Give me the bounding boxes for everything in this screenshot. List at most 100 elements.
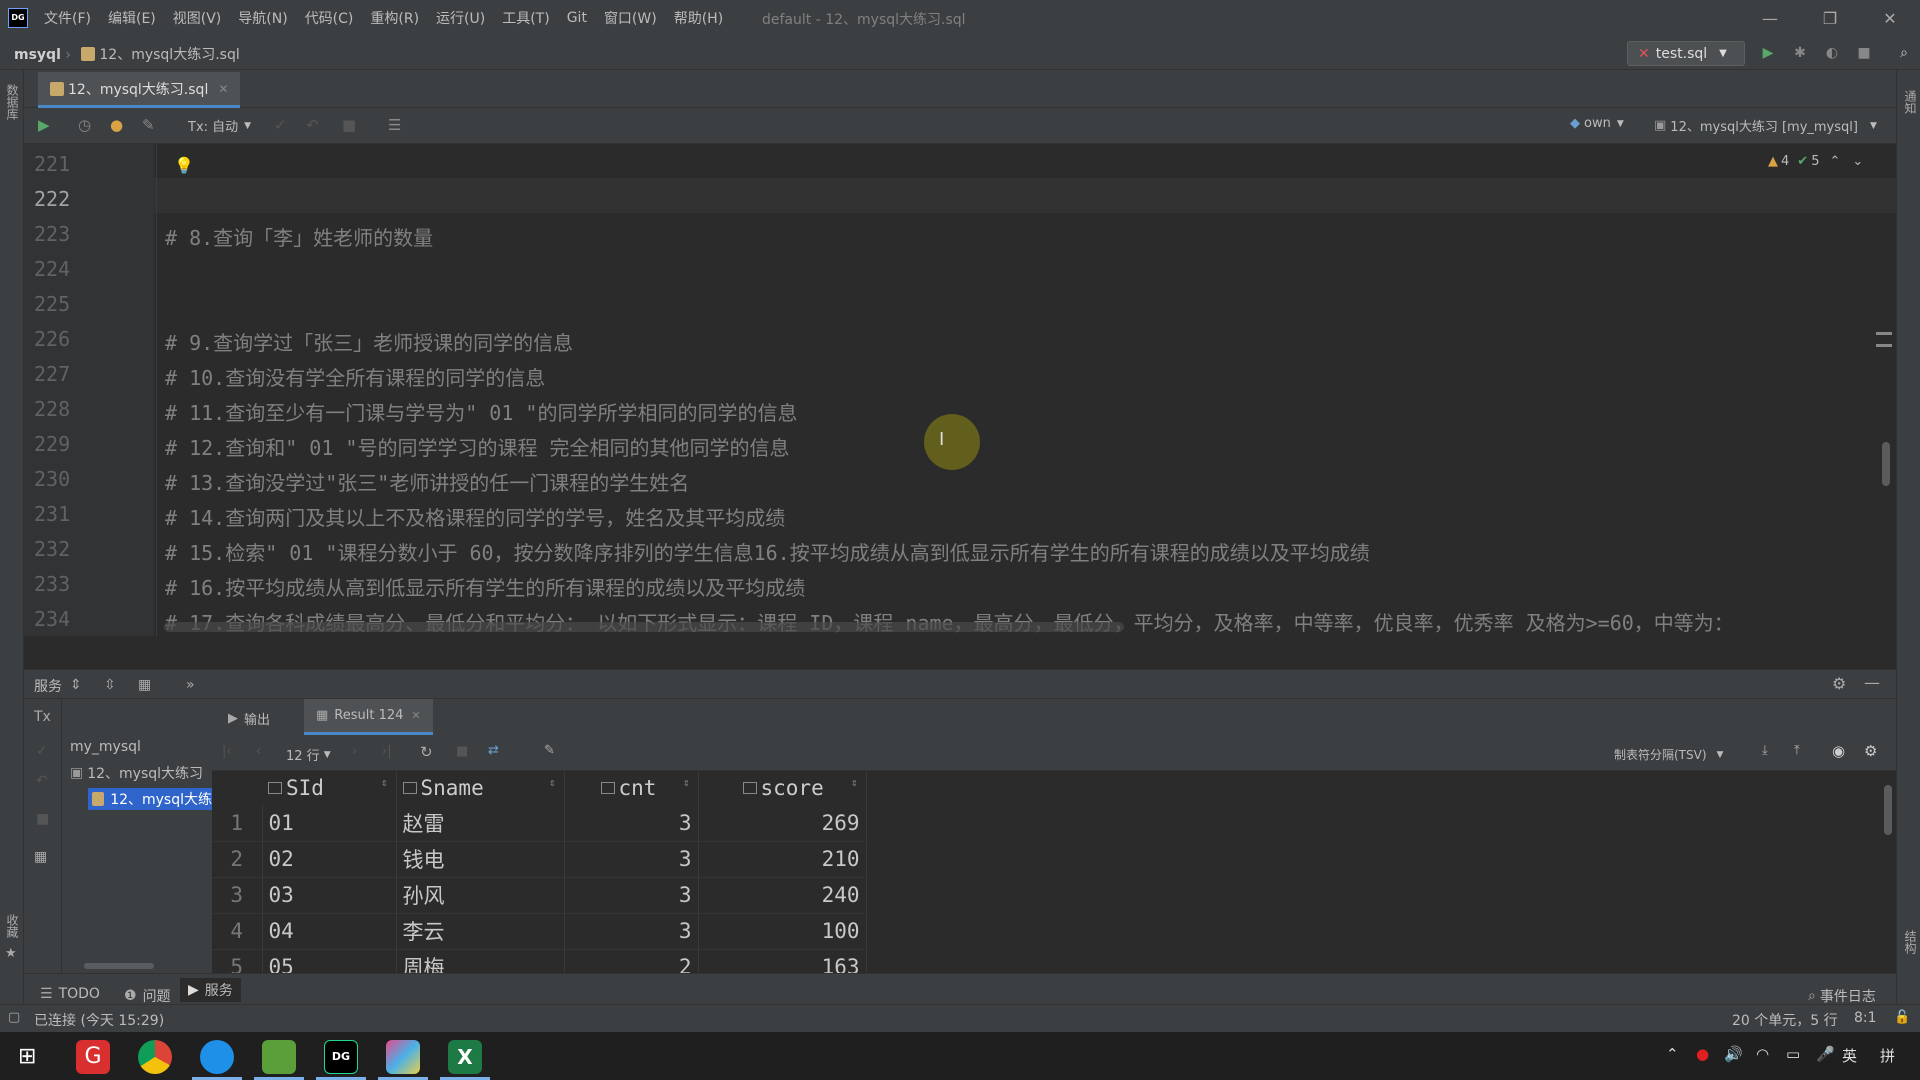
stop-icon[interactable]: ■ <box>1856 45 1872 61</box>
cell-sname[interactable]: 李云 <box>396 913 565 950</box>
cell-sid[interactable]: 01 <box>262 805 397 842</box>
tray-expand-icon[interactable]: ⌃ <box>1666 1045 1679 1063</box>
cell-sname[interactable]: 赵雷 <box>396 805 565 842</box>
column-header-sname[interactable]: Sname ⇕ <box>396 771 565 805</box>
menu-view[interactable]: 视图(V) <box>173 8 222 28</box>
execute-icon[interactable]: ▶ <box>38 116 50 134</box>
cell-score[interactable]: 269 <box>698 805 867 842</box>
stop-icon[interactable]: ■ <box>456 744 468 759</box>
column-header-sid[interactable]: SId ⇕ <box>262 771 397 805</box>
code-line[interactable]: # 9.查询学过「张三」老师授课的同学的信息 <box>165 327 573 356</box>
cell-score[interactable]: 100 <box>698 913 867 950</box>
commit-icon[interactable]: ✓ <box>274 116 287 134</box>
battery-icon[interactable]: ▭ <box>1786 1045 1800 1063</box>
menu-git[interactable]: Git <box>567 10 587 26</box>
cell-sid[interactable]: 04 <box>262 913 397 950</box>
tool-tab-services[interactable]: ▶ 服务 <box>180 978 241 1002</box>
lock-icon[interactable]: 🔓 <box>1894 1010 1910 1025</box>
code-line[interactable]: # 14.查询两门及其以上不及格课程的同学的学号，姓名及其平均成绩 <box>165 502 785 531</box>
windows-start-icon[interactable]: ⊞ <box>18 1044 36 1069</box>
editor-tab-file[interactable]: 12、mysql大练习.sql ✕ <box>38 72 241 108</box>
tx-mode-select[interactable]: Tx: 自动 ▼ <box>188 116 251 135</box>
editor-horizontal-scrollbar[interactable] <box>164 622 1124 632</box>
chevron-up-icon[interactable]: ⌃ <box>1829 154 1840 169</box>
commit-icon[interactable]: ✓ <box>36 743 48 759</box>
chevron-down-icon[interactable]: ⌄ <box>1852 154 1863 169</box>
restore-icon[interactable]: ❐ <box>1800 9 1860 28</box>
result-grid[interactable]: SId ⇕ Sname ⇕ cnt ⇕ score ⇕ 1 01 赵雷 3 269 2 02 钱电 3 2… <box>212 771 1896 986</box>
page-size-select[interactable]: 12 行 ▼ <box>286 745 331 764</box>
pin-icon[interactable]: ✎ <box>544 743 555 758</box>
minimize-icon[interactable]: — <box>1740 9 1800 28</box>
chrome-icon[interactable] <box>138 1040 172 1074</box>
download-icon[interactable]: ⤓ <box>1762 743 1768 758</box>
tx-icon[interactable]: Tx <box>34 709 51 725</box>
sort-icon[interactable]: ⇕ <box>683 776 690 789</box>
rollback-icon[interactable]: ↶ <box>36 773 48 789</box>
menu-tools[interactable]: 工具(T) <box>502 8 549 28</box>
lightbulb-icon[interactable]: 💡 <box>174 156 194 175</box>
run-icon[interactable]: ▶ <box>1760 45 1776 61</box>
cell-cnt[interactable]: 3 <box>564 841 699 878</box>
gear-icon[interactable]: ⚙ <box>1864 742 1877 760</box>
explain-plan-icon[interactable]: ● <box>110 116 123 134</box>
record-icon[interactable]: ● <box>1696 1045 1709 1063</box>
cell-sid[interactable]: 03 <box>262 877 397 914</box>
collapse-all-icon[interactable]: ⇳ <box>104 677 116 693</box>
stop-icon[interactable]: ■ <box>342 116 356 134</box>
code-line[interactable]: # 16.按平均成绩从高到低显示所有学生的所有课程的成绩以及平均成绩 <box>165 572 805 601</box>
tool-tab-todo[interactable]: ☰ TODO <box>40 986 100 1002</box>
eye-icon[interactable]: ◉ <box>1832 742 1845 760</box>
coverage-icon[interactable]: ◐ <box>1824 45 1840 61</box>
sql-editor[interactable]: 221 222 223 224 225 226 227 228 229 230 231 232 233 2… <box>24 144 1896 636</box>
code-line[interactable]: # 8.查询「李」姓老师的数量 <box>165 222 433 251</box>
history-icon[interactable]: ◷ <box>78 116 91 134</box>
inspection-widget[interactable]: ▲ 4 ✔ 5 ⌃ ⌄ <box>1768 154 1863 169</box>
structure-tool-tab[interactable]: 结构 <box>1902 930 1919 954</box>
tool-tab-problems[interactable]: ❶ 问题 <box>124 986 171 1006</box>
close-tab-icon[interactable]: ✕ <box>411 709 420 722</box>
tree-node-console[interactable]: ▣ 12、mysql大练习 <box>70 763 212 783</box>
compare-icon[interactable]: ⇄ <box>488 743 499 758</box>
group-icon[interactable]: ▦ <box>138 677 151 693</box>
tab-output[interactable]: ▶ 输出 <box>228 709 270 728</box>
menu-navigate[interactable]: 导航(N) <box>238 8 287 28</box>
more-icon[interactable]: » <box>186 677 195 693</box>
table-row[interactable]: 1 01 赵雷 3 269 <box>212 805 867 842</box>
rollback-icon[interactable]: ↶ <box>306 116 319 134</box>
tree-scrollbar[interactable] <box>84 963 154 969</box>
menu-run[interactable]: 运行(U) <box>436 8 485 28</box>
database-tool-tab[interactable]: 数据库 <box>4 84 21 120</box>
favorites-tool-tab[interactable]: 收藏 <box>4 914 21 938</box>
mic-icon[interactable]: 🎤 <box>1816 1045 1835 1063</box>
column-header-cnt[interactable]: cnt ⇕ <box>564 771 699 805</box>
cell-sid[interactable]: 02 <box>262 841 397 878</box>
column-header-score[interactable]: score ⇕ <box>698 771 867 805</box>
excel-icon[interactable]: X <box>448 1040 482 1074</box>
browser-icon[interactable] <box>200 1040 234 1074</box>
menu-code[interactable]: 代码(C) <box>305 8 354 28</box>
menu-help[interactable]: 帮助(H) <box>674 8 723 28</box>
table-row[interactable]: 2 02 钱电 3 210 <box>212 841 867 878</box>
breadcrumb-file[interactable]: 12、mysql大练习.sql <box>99 47 239 63</box>
gear-icon[interactable]: ⚙ <box>1832 674 1846 693</box>
menu-edit[interactable]: 编辑(E) <box>108 8 156 28</box>
table-row[interactable]: 4 04 李云 3 100 <box>212 913 867 950</box>
schema-select[interactable]: ◆ own ▼ <box>1570 116 1624 131</box>
code-line[interactable]: # 15.检索" 01 "课程分数小于 60，按分数降序排列的学生信息16.按平… <box>165 537 1370 566</box>
prev-page-icon[interactable]: ‹ <box>256 744 261 759</box>
status-layout-icon[interactable]: ▢ <box>8 1010 20 1025</box>
volume-icon[interactable]: 🔊 <box>1724 1045 1743 1063</box>
editor-vertical-scrollbar[interactable] <box>1882 442 1890 486</box>
first-page-icon[interactable]: |‹ <box>222 744 232 759</box>
cell-cnt[interactable]: 3 <box>564 877 699 914</box>
expand-all-icon[interactable]: ⇕ <box>70 677 82 693</box>
cell-sname[interactable]: 钱电 <box>396 841 565 878</box>
sort-icon[interactable]: ⇕ <box>549 776 556 789</box>
notifications-tool-tab[interactable]: 通知 <box>1902 90 1919 114</box>
code-line[interactable]: # 13.查询没学过"张三"老师讲授的任一门课程的学生姓名 <box>165 467 689 496</box>
next-page-icon[interactable]: › <box>352 744 357 759</box>
export-format-select[interactable]: 制表符分隔(TSV) ▼ <box>1614 746 1723 763</box>
sort-icon[interactable]: ⇕ <box>851 776 858 789</box>
upload-icon[interactable]: ⤒ <box>1794 743 1800 758</box>
